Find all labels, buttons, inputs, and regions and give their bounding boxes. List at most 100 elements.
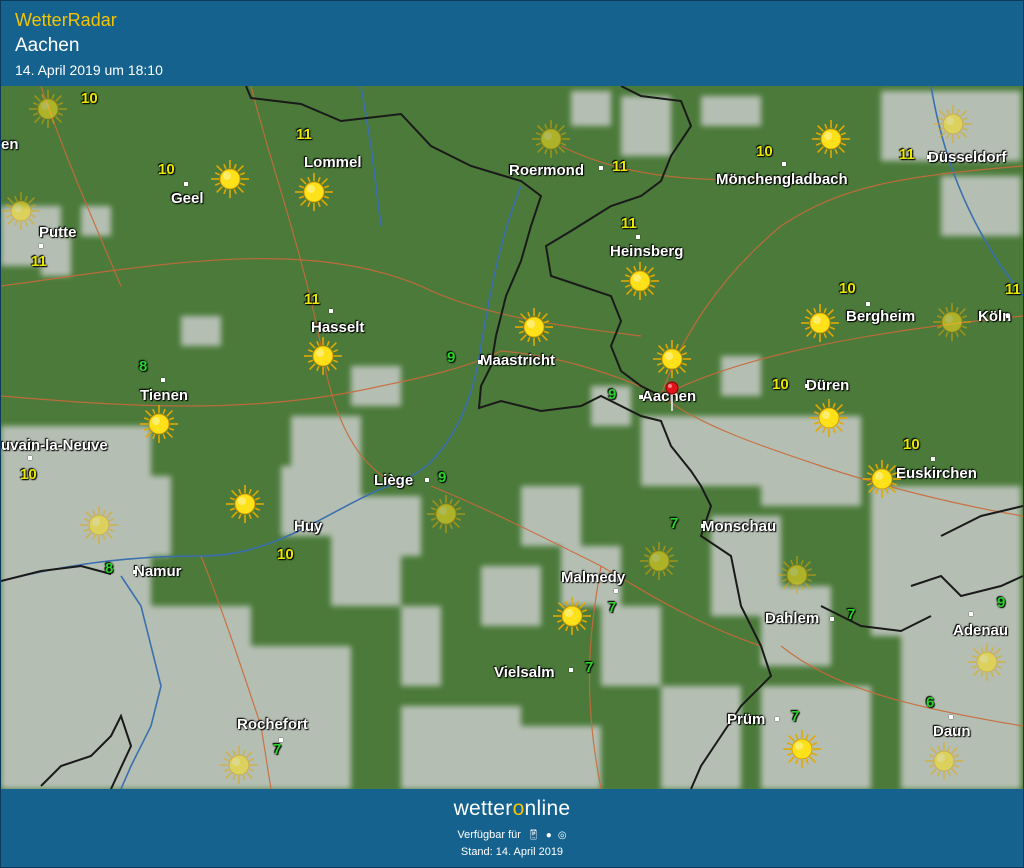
sun-icon	[531, 119, 571, 159]
sun-icon	[294, 172, 334, 212]
city-label: Adenau	[953, 622, 1009, 639]
sun-icon	[219, 745, 259, 785]
sun-icon	[514, 307, 554, 347]
sun-icon	[924, 741, 964, 781]
temperature-label: 9	[608, 386, 617, 403]
sun-icon	[79, 505, 119, 545]
sun-icon	[782, 729, 822, 769]
city-dot	[931, 457, 935, 461]
sun-icon	[426, 494, 466, 534]
sun-icon	[932, 302, 972, 342]
city-label: Dahlem	[765, 610, 820, 627]
city-dot	[569, 668, 573, 672]
temperature-label: 8	[139, 358, 148, 375]
temperature-label: 10	[277, 546, 294, 563]
city-label: Bergheim	[846, 308, 916, 325]
temperature-label: 11	[31, 253, 47, 270]
city-label: uvain-la-Neuve	[1, 437, 108, 454]
timestamp: 14. April 2019 um 18:10	[15, 62, 163, 78]
location-pin-icon[interactable]	[665, 381, 679, 411]
city-label: Monschau	[702, 518, 777, 535]
city-dot	[39, 244, 43, 248]
temperature-label: 11	[621, 215, 637, 232]
location-title: Aachen	[15, 35, 80, 56]
app-title: WetterRadar	[15, 10, 117, 30]
temperature-label: 11	[1005, 281, 1021, 298]
temperature-label: 10	[81, 90, 98, 107]
city-label: Heinsberg	[610, 243, 684, 260]
city-label: Vielsalm	[494, 664, 555, 681]
temperature-label: 6	[926, 694, 935, 711]
radar-map[interactable]: en Lommel Roermond Mönchengladbach Düsseldor…	[1, 86, 1023, 789]
sun-icon	[639, 541, 679, 581]
city-dot	[927, 155, 931, 159]
sun-icon	[933, 104, 973, 144]
sun-icon	[210, 159, 250, 199]
logo-part3: nline	[524, 797, 571, 820]
city-label: Rochefort	[237, 716, 308, 733]
app-frame: WetterRadar Aachen 14. April 2019 um 18:…	[0, 0, 1024, 868]
city-label: Euskirchen	[896, 465, 977, 482]
city-label: Geel	[171, 190, 204, 207]
city-dot	[161, 378, 165, 382]
temperature-label: 11	[304, 291, 320, 308]
city-label: Prüm	[727, 711, 766, 728]
temperature-label: 9	[997, 594, 1006, 611]
availability-line: Verfügbar für 📱︎ ● ◎	[1, 829, 1023, 841]
city-label: Düren	[806, 377, 850, 394]
sun-icon	[967, 642, 1007, 682]
sun-icon	[1, 191, 41, 231]
sun-icon	[800, 303, 840, 343]
availability-text: Verfügbar für	[457, 829, 521, 841]
city-label: Lommel	[304, 154, 362, 171]
temperature-label: 10	[158, 161, 175, 178]
city-label: Düsseldorf	[928, 149, 1007, 166]
city-label: Mönchengladbach	[716, 171, 848, 188]
temperature-label: 10	[20, 466, 37, 483]
city-label: Tienen	[140, 387, 189, 404]
sun-icon	[552, 596, 592, 636]
city-dot	[28, 456, 32, 460]
city-dot	[949, 715, 953, 719]
temperature-label: 11	[899, 146, 915, 163]
apple-icon[interactable]: ●	[546, 830, 552, 841]
city-label: Putte	[39, 224, 77, 241]
city-dot	[866, 302, 870, 306]
city-dot	[636, 235, 640, 239]
temperature-label: 8	[105, 560, 114, 577]
city-dot	[184, 182, 188, 186]
temperature-label: 7	[585, 659, 594, 676]
temperature-label: 7	[847, 606, 856, 623]
city-label: Namur	[134, 563, 182, 580]
city-dot	[830, 617, 834, 621]
sun-icon	[809, 398, 849, 438]
city-dot	[599, 166, 603, 170]
temperature-label: 11	[612, 158, 628, 175]
web-icon[interactable]: ◎	[558, 830, 567, 841]
wetteronline-logo[interactable]: wetteronline	[1, 797, 1023, 821]
temperature-label: 9	[447, 349, 456, 366]
temperature-label: 10	[756, 143, 773, 160]
city-dot	[782, 162, 786, 166]
sun-icon	[862, 459, 902, 499]
sun-icon	[139, 404, 179, 444]
sun-icon	[811, 119, 851, 159]
sun-icon	[620, 261, 660, 301]
android-icon[interactable]: 📱︎	[527, 830, 540, 841]
city-label: Hasselt	[311, 319, 365, 336]
logo-part2: o	[512, 797, 525, 820]
temperature-label: 9	[438, 469, 447, 486]
temperature-label: 10	[772, 376, 789, 393]
city-label: Liège	[374, 472, 414, 489]
city-dot	[329, 309, 333, 313]
city-dot	[614, 589, 618, 593]
city-dot	[775, 717, 779, 721]
logo-part1: wetter	[453, 797, 513, 820]
city-dot	[1006, 314, 1010, 318]
footer: wetteronline Verfügbar für 📱︎ ● ◎ Stand:…	[1, 789, 1023, 867]
city-label: Huy	[294, 518, 323, 535]
temperature-label: 10	[903, 436, 920, 453]
sun-icon	[777, 555, 817, 595]
stand-date: Stand: 14. April 2019	[460, 846, 564, 858]
city-dot	[701, 524, 705, 528]
